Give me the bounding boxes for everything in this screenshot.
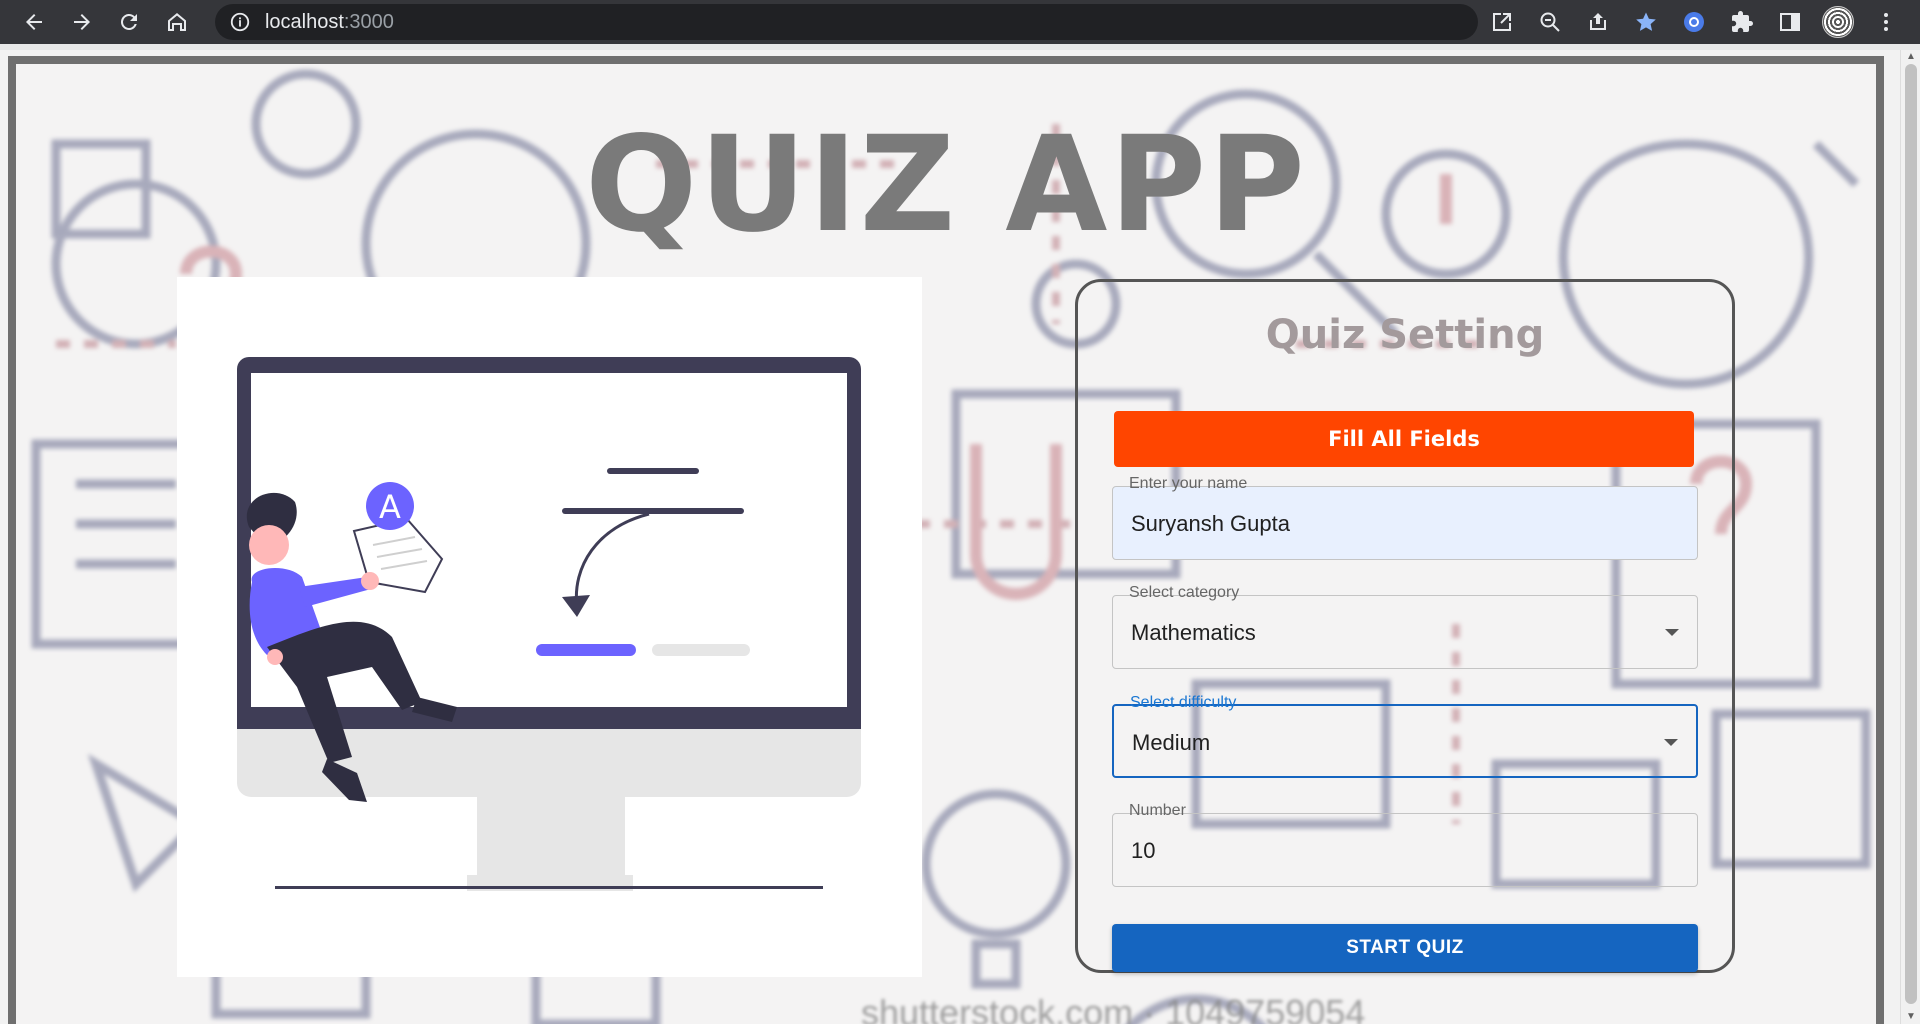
category-select-label: Select category [1129, 584, 1240, 601]
quiz-settings-card: Quiz Setting Fill All Fields Enter your … [1075, 279, 1735, 973]
profile-avatar[interactable] [1814, 0, 1862, 44]
page-viewport: QUIZ APP A Quiz Setting Fill All Fields … [0, 50, 1920, 1024]
extension-circle-icon[interactable] [1670, 0, 1718, 44]
category-select[interactable]: Select category Mathematics [1112, 584, 1698, 669]
address-bar[interactable]: localhost:3000 [214, 4, 1478, 40]
site-info-icon[interactable] [229, 11, 251, 33]
category-select-value[interactable]: Mathematics [1131, 620, 1256, 646]
name-field[interactable]: Enter your name Suryansh Gupta [1112, 475, 1698, 560]
reload-icon[interactable] [105, 0, 153, 44]
number-field-label: Number [1129, 802, 1186, 819]
url-host: localhost [264, 10, 344, 33]
start-quiz-button[interactable]: START QUIZ [1112, 924, 1698, 972]
app-title: QUIZ APP [585, 108, 1307, 262]
zoom-out-icon[interactable] [1526, 0, 1574, 44]
error-alert: Fill All Fields [1114, 411, 1694, 467]
scroll-up-icon[interactable]: ▲ [1905, 52, 1917, 62]
difficulty-select-value[interactable]: Medium [1132, 730, 1210, 756]
app-frame: QUIZ APP A Quiz Setting Fill All Fields … [8, 56, 1884, 1024]
name-field-label: Enter your name [1129, 475, 1248, 492]
scroll-thumb[interactable] [1905, 64, 1917, 1004]
difficulty-select[interactable]: Select difficulty Medium [1112, 694, 1698, 778]
extensions-puzzle-icon[interactable] [1718, 0, 1766, 44]
open-in-new-icon[interactable] [1478, 0, 1526, 44]
bookmark-star-icon[interactable] [1622, 0, 1670, 44]
number-field-value[interactable]: 10 [1131, 838, 1155, 864]
hero-illustration-card: A [177, 277, 922, 977]
settings-title: Quiz Setting [1265, 312, 1545, 358]
scroll-down-icon[interactable]: ▼ [1905, 1012, 1917, 1022]
name-field-value[interactable]: Suryansh Gupta [1131, 511, 1290, 537]
forward-icon[interactable] [58, 0, 106, 44]
url-port: :3000 [343, 10, 394, 33]
browser-toolbar: localhost:3000 [0, 0, 1920, 44]
chevron-down-icon[interactable] [1664, 739, 1678, 746]
back-icon[interactable] [10, 0, 58, 44]
quiz-illustration: A [237, 357, 861, 891]
answer-badge-letter: A [379, 488, 401, 526]
number-field[interactable]: Number 10 [1112, 802, 1698, 887]
stock-watermark: shutterstock.com · 1049759054 [861, 992, 1366, 1024]
difficulty-select-label: Select difficulty [1130, 694, 1237, 711]
menu-kebab-icon[interactable] [1862, 0, 1910, 44]
home-icon[interactable] [153, 0, 201, 44]
side-panel-icon[interactable] [1766, 0, 1814, 44]
chevron-down-icon[interactable] [1665, 629, 1679, 636]
page-scrollbar[interactable]: ▲ ▼ [1900, 50, 1920, 1024]
share-icon[interactable] [1574, 0, 1622, 44]
